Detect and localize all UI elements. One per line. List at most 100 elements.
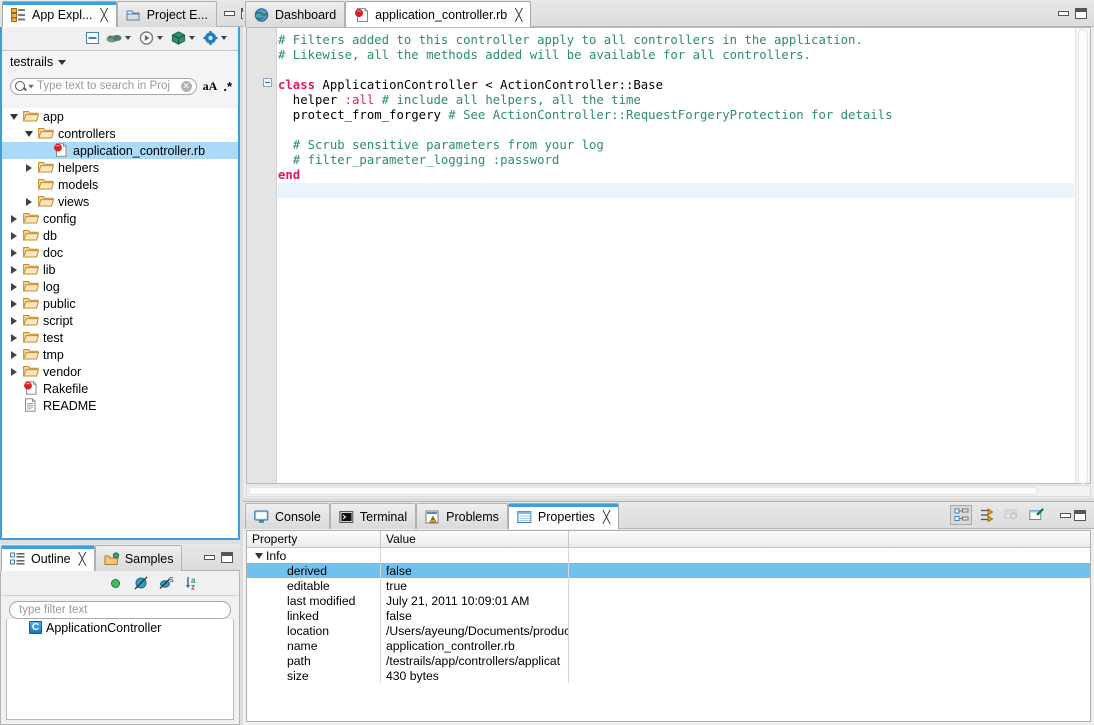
code-line[interactable] [278, 183, 1074, 198]
tree-expander[interactable] [8, 214, 19, 223]
tree-item[interactable]: vendor [2, 363, 238, 380]
tree-expander[interactable] [8, 265, 19, 274]
run-dropdown-caret[interactable] [157, 35, 163, 40]
tab-terminal[interactable]: Terminal [329, 503, 417, 529]
table-row[interactable]: size 430 bytes [247, 668, 1090, 683]
close-icon[interactable]: ╳ [515, 8, 522, 22]
editor-gutter[interactable] [247, 28, 277, 483]
tree-expander[interactable] [8, 231, 19, 240]
outline-list[interactable]: C ApplicationController [6, 619, 234, 720]
tree-expander[interactable] [8, 316, 19, 325]
table-row[interactable]: derived false [247, 563, 1090, 578]
properties-table[interactable]: Property Value Info derived false editable t… [246, 530, 1091, 722]
column-header-property[interactable]: Property [247, 531, 381, 547]
tree-expander[interactable] [8, 333, 19, 342]
scrollbar-thumb[interactable] [248, 487, 1038, 495]
hide-non-public-icon[interactable] [131, 573, 151, 593]
pin-icon[interactable] [1025, 505, 1047, 525]
collapse-all-icon[interactable] [82, 28, 102, 48]
tab-outline[interactable]: Outline ╳ [1, 545, 95, 571]
project-tree[interactable]: app controllers application_controller.rb h… [2, 108, 238, 538]
tab-app-explorer[interactable]: App Expl... ╳ [2, 1, 117, 27]
outline-filter-input[interactable]: type filter text [9, 601, 231, 619]
code-line[interactable]: # Scrub sensitive parameters from your l… [278, 138, 1074, 153]
tree-item[interactable]: db [2, 227, 238, 244]
close-icon[interactable]: ╳ [79, 552, 86, 566]
table-row[interactable]: location/Users/ayeung/Documents/produc [247, 623, 1090, 638]
code-line[interactable] [278, 123, 1074, 138]
tree-expander[interactable] [8, 248, 19, 257]
code-line[interactable]: protect_from_forgery # See ActionControl… [278, 108, 1074, 123]
minimize-button[interactable] [204, 555, 215, 560]
show-advanced-icon[interactable] [975, 505, 997, 525]
tree-item[interactable]: config [2, 210, 238, 227]
hide-static-icon[interactable]: S [157, 573, 177, 593]
tab-dashboard[interactable]: Dashboard [245, 1, 346, 27]
maximize-button[interactable] [1074, 509, 1086, 521]
code-line[interactable]: end [278, 168, 1074, 183]
code-line[interactable]: # Filters added to this controller apply… [278, 33, 1074, 48]
column-header-value[interactable]: Value [381, 531, 569, 547]
table-row[interactable]: name application_controller.rb [247, 638, 1090, 653]
editor-vertical-scrollbar[interactable] [1075, 28, 1090, 484]
show-categories-icon[interactable] [950, 505, 972, 525]
tree-item[interactable]: doc [2, 244, 238, 261]
code-line[interactable]: # Likewise, all the methods added will b… [278, 48, 1074, 63]
tree-expander[interactable] [23, 130, 34, 137]
close-icon[interactable]: ╳ [100, 8, 107, 22]
code-line[interactable] [278, 63, 1074, 78]
table-row[interactable]: last modified July 21, 2011 10:09:01 AM [247, 593, 1090, 608]
package-dropdown-caret[interactable] [189, 35, 195, 40]
tab-project-explorer[interactable]: Project E... [116, 1, 217, 27]
maximize-button[interactable] [1075, 8, 1087, 19]
clear-search-icon[interactable]: ✕ [180, 80, 192, 92]
tab-application-controller-rb[interactable]: application_controller.rb ╳ [345, 1, 532, 27]
search-options-caret[interactable] [28, 84, 34, 88]
code-line[interactable]: # filter_parameter_logging :password [278, 153, 1074, 168]
table-group-row[interactable]: Info [247, 548, 1090, 563]
search-input[interactable]: Type text to search in Proj ✕ [10, 77, 197, 95]
table-row[interactable]: linked false [247, 608, 1090, 623]
editor-horizontal-scrollbar[interactable] [246, 485, 1091, 497]
tree-item[interactable]: models [2, 176, 238, 193]
tree-item[interactable]: application_controller.rb [2, 142, 238, 159]
code-editor[interactable]: # Filters added to this controller apply… [246, 27, 1091, 484]
tab-problems[interactable]: Problems [416, 503, 508, 529]
tree-item[interactable]: helpers [2, 159, 238, 176]
tree-expander[interactable] [8, 299, 19, 308]
source-code[interactable]: # Filters added to this controller apply… [278, 28, 1074, 483]
tab-samples[interactable]: Samples [94, 545, 183, 571]
tree-expander[interactable] [8, 350, 19, 359]
scrollbar-thumb[interactable] [1078, 29, 1088, 484]
tree-item[interactable]: lib [2, 261, 238, 278]
code-line[interactable]: class ApplicationController < ActionCont… [278, 78, 1074, 93]
tree-item[interactable]: public [2, 295, 238, 312]
tree-item[interactable]: app [2, 108, 238, 125]
tree-item[interactable]: script [2, 312, 238, 329]
chevron-down-icon[interactable] [255, 552, 263, 559]
tree-item[interactable]: tmp [2, 346, 238, 363]
table-row[interactable]: editable true [247, 578, 1090, 593]
table-row[interactable]: path/testrails/app/controllers/applicat [247, 653, 1090, 668]
deploy-icon[interactable] [104, 28, 124, 48]
settings-icon[interactable] [200, 28, 220, 48]
deploy-dropdown-caret[interactable] [125, 35, 131, 40]
code-line[interactable]: helper :all # include all helpers, all t… [278, 93, 1074, 108]
package-icon[interactable] [168, 28, 188, 48]
tree-item[interactable]: README [2, 397, 238, 414]
sort-alpha-icon[interactable]: az [183, 573, 203, 593]
fold-collapse-icon[interactable] [263, 78, 272, 87]
hide-fields-icon[interactable] [105, 573, 125, 593]
regex-toggle[interactable]: .* [223, 79, 232, 94]
tree-expander[interactable] [8, 367, 19, 376]
tree-expander[interactable] [8, 113, 19, 120]
settings-dropdown-caret[interactable] [221, 35, 227, 40]
chevron-down-icon[interactable] [58, 59, 67, 65]
minimize-button[interactable] [223, 11, 235, 16]
case-sensitive-toggle[interactable]: aA [203, 79, 218, 94]
tree-item[interactable]: controllers [2, 125, 238, 142]
tree-expander[interactable] [23, 163, 34, 172]
list-item[interactable]: C ApplicationController [7, 619, 233, 636]
minimize-button[interactable] [1060, 512, 1071, 518]
maximize-button[interactable] [221, 552, 233, 563]
